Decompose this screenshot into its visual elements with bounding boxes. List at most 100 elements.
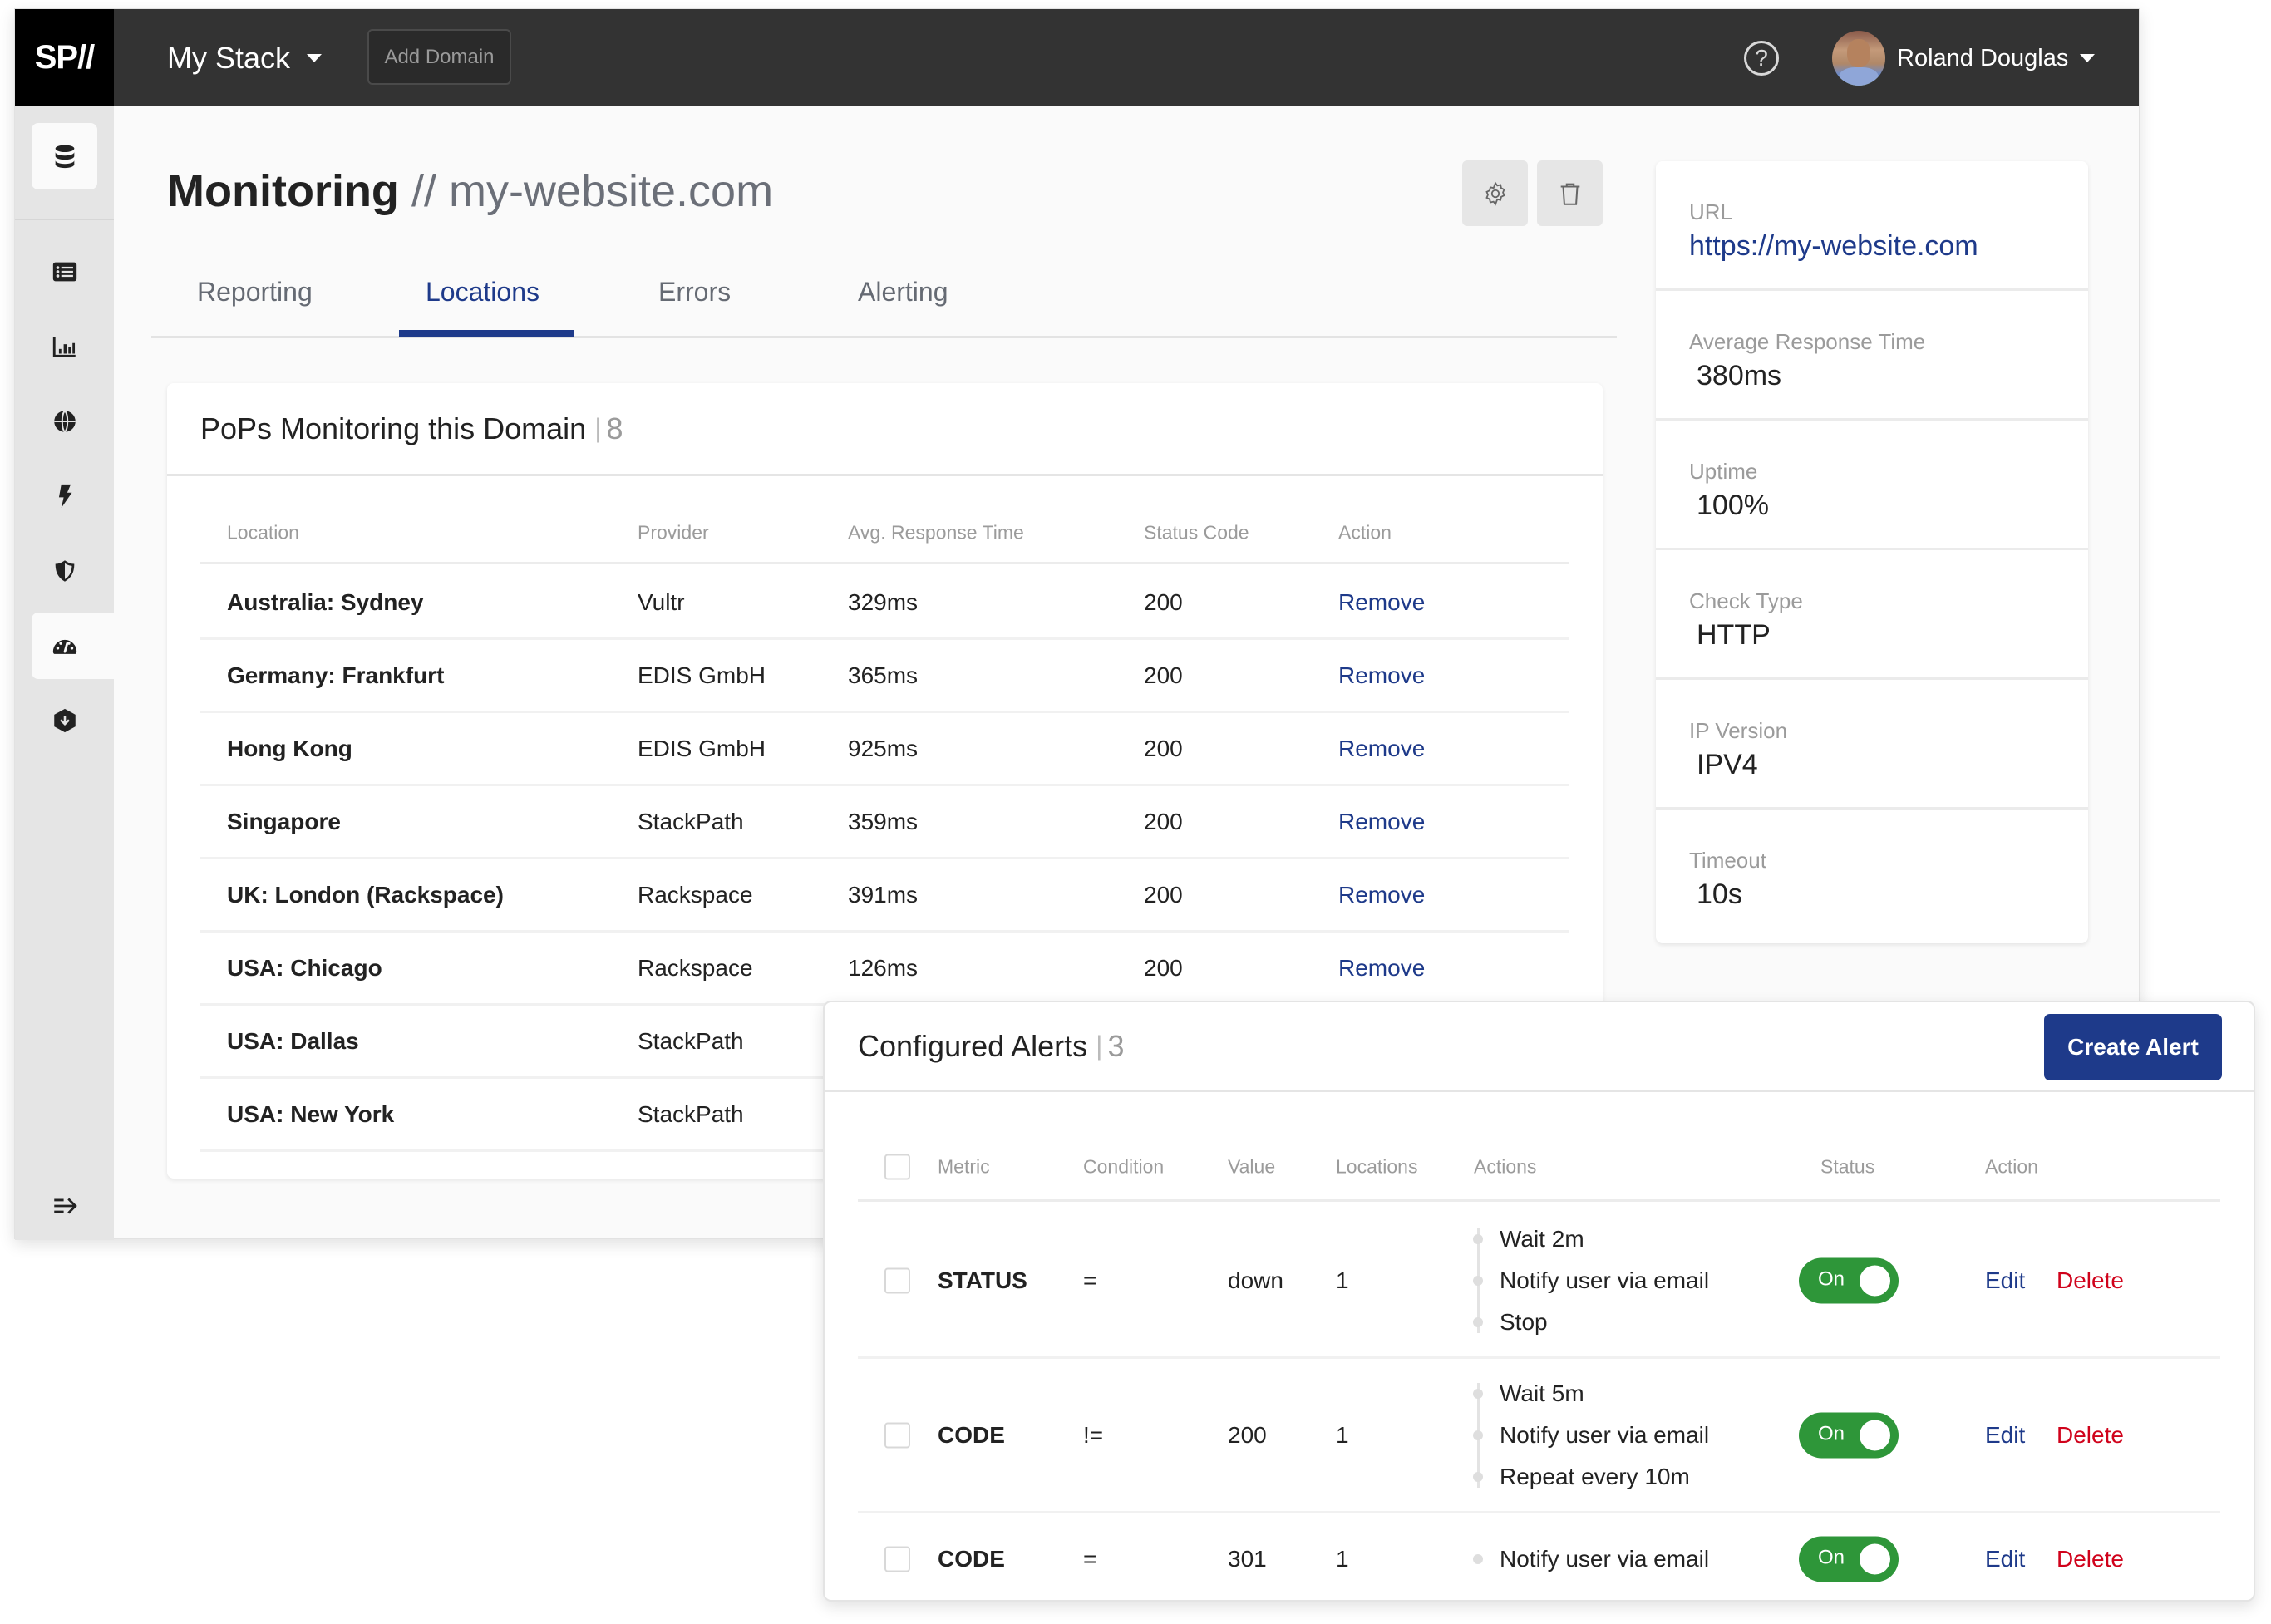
row-checkbox[interactable]: [884, 1267, 910, 1293]
delete-domain-button[interactable]: [1537, 160, 1603, 226]
action-step-label: Notify user via email: [1500, 1546, 1710, 1572]
url-link[interactable]: https://my-website.com: [1689, 230, 2088, 263]
active-tab-indicator: [399, 330, 574, 337]
status-toggle[interactable]: On: [1799, 1412, 1899, 1458]
sidebar-item-sites[interactable]: [32, 239, 97, 305]
sidebar-item-edge[interactable]: [32, 463, 97, 529]
col-status-code: Status Code: [1144, 521, 1249, 544]
stack-selector[interactable]: My Stack: [167, 9, 323, 106]
avg-response-cell: 391ms: [848, 881, 919, 908]
timeline-dot-icon: [1473, 1316, 1483, 1327]
sidebar-item-monitoring[interactable]: [32, 613, 114, 679]
remove-link[interactable]: Remove: [1338, 589, 1425, 616]
table-row: Singapore StackPath 359ms 200 Remove: [200, 786, 1569, 859]
sidebar-item-analytics[interactable]: [32, 313, 97, 380]
sidebar-item-waf[interactable]: [32, 538, 97, 604]
tab-locations[interactable]: Locations: [426, 277, 539, 337]
shield-icon: [55, 560, 74, 582]
remove-link[interactable]: Remove: [1338, 662, 1425, 689]
remove-link[interactable]: Remove: [1338, 736, 1425, 762]
info-ip-version: IP Version IPV4: [1656, 680, 2088, 810]
status-code-cell: 200: [1144, 662, 1183, 688]
help-icon[interactable]: ?: [1744, 41, 1779, 76]
info-panel: URL https://my-website.com Average Respo…: [1656, 161, 2088, 943]
location-cell: UK: London (Rackspace): [227, 881, 504, 908]
value-cell: 200: [1228, 1421, 1267, 1448]
chevron-down-icon: [2080, 54, 2096, 62]
lightning-icon: [58, 484, 71, 509]
action-step-label: Wait 5m: [1500, 1380, 1584, 1406]
provider-cell: StackPath: [638, 1027, 744, 1054]
page-title: Monitoring // my-website.com: [167, 165, 773, 217]
remove-link[interactable]: Remove: [1338, 955, 1425, 982]
provider-cell: StackPath: [638, 808, 744, 834]
avg-response-cell: 126ms: [848, 954, 919, 981]
action-step: Repeat every 10m: [1473, 1456, 1709, 1498]
row-checkbox[interactable]: [884, 1422, 910, 1448]
trash-icon: [1560, 183, 1579, 205]
provider-cell: Vultr: [638, 588, 685, 615]
actions-timeline: Wait 5m Notify user via email Repeat every…: [1473, 1373, 1709, 1498]
remove-link[interactable]: Remove: [1338, 882, 1425, 908]
settings-button[interactable]: [1462, 160, 1528, 226]
delete-link[interactable]: Delete: [2057, 1546, 2124, 1572]
logo[interactable]: SP//: [15, 9, 114, 106]
toggle-label: On: [1818, 1546, 1845, 1569]
add-domain-button[interactable]: Add Domain: [367, 29, 511, 85]
action-step: Notify user via email: [1473, 1260, 1709, 1302]
create-alert-button[interactable]: Create Alert: [2044, 1014, 2222, 1080]
table-header: Location Provider Avg. Response Time Sta…: [200, 500, 1569, 564]
timeline-dot-icon: [1473, 1430, 1483, 1440]
status-toggle[interactable]: On: [1799, 1536, 1899, 1582]
tab-alerting[interactable]: Alerting: [858, 277, 948, 337]
col-locations: Locations: [1336, 1155, 1418, 1178]
location-cell: Singapore: [227, 808, 341, 834]
status-toggle[interactable]: On: [1799, 1257, 1899, 1303]
pops-title: PoPs Monitoring this Domain: [200, 411, 587, 445]
toggle-knob: [1860, 1265, 1890, 1296]
tab-errors[interactable]: Errors: [658, 277, 731, 337]
edit-link[interactable]: Edit: [1985, 1267, 2025, 1294]
col-metric: Metric: [938, 1155, 990, 1178]
sidebar-item-stacks[interactable]: [32, 123, 97, 189]
status-code-cell: 200: [1144, 735, 1183, 761]
action-step: Stop: [1473, 1302, 1709, 1343]
download-hexagon-icon: [53, 708, 76, 733]
col-condition: Condition: [1083, 1155, 1165, 1178]
edit-link[interactable]: Edit: [1985, 1546, 2025, 1572]
avg-response-cell: 359ms: [848, 808, 919, 834]
timeline-dot-icon: [1473, 1388, 1483, 1399]
alerts-title: Configured Alerts: [858, 1028, 1088, 1063]
row-checkbox[interactable]: [884, 1546, 910, 1572]
actions-timeline: Notify user via email: [1473, 1538, 1709, 1580]
condition-cell: !=: [1083, 1421, 1104, 1448]
col-action: Action: [1338, 521, 1392, 544]
info-check-type: Check Type HTTP: [1656, 550, 2088, 680]
value-cell: 301: [1228, 1546, 1267, 1572]
page-title-separator: //: [411, 166, 436, 216]
edit-link[interactable]: Edit: [1985, 1422, 2025, 1449]
tab-bar: Reporting Locations Errors Alerting: [151, 258, 1617, 338]
user-menu[interactable]: Roland Douglas: [1832, 31, 2096, 86]
sidebar-item-cdn[interactable]: [32, 388, 97, 455]
col-provider: Provider: [638, 521, 709, 544]
status-code-cell: 200: [1144, 881, 1183, 908]
select-all-checkbox[interactable]: [884, 1154, 910, 1180]
timeline-dot-icon: [1473, 1233, 1483, 1244]
table-row: UK: London (Rackspace) Rackspace 391ms 200 R…: [200, 859, 1569, 933]
sidebar: [15, 106, 114, 1240]
col-actions: Actions: [1474, 1155, 1537, 1178]
location-cell: USA: Dallas: [227, 1027, 359, 1054]
top-bar: SP// My Stack Add Domain ? Roland Dougla…: [15, 9, 2139, 106]
action-step-label: Notify user via email: [1500, 1267, 1710, 1293]
timeline-dot-icon: [1473, 1554, 1483, 1564]
sidebar-item-workloads[interactable]: [32, 687, 97, 754]
tab-reporting[interactable]: Reporting: [197, 277, 313, 337]
bar-chart-icon: [52, 337, 76, 357]
delete-link[interactable]: Delete: [2057, 1422, 2124, 1449]
remove-link[interactable]: Remove: [1338, 809, 1425, 835]
delete-link[interactable]: Delete: [2057, 1267, 2124, 1294]
table-row: Australia: Sydney Vultr 329ms 200 Remove: [200, 567, 1569, 640]
sidebar-collapse-button[interactable]: [32, 1173, 97, 1239]
action-step-label: Wait 2m: [1500, 1225, 1584, 1252]
